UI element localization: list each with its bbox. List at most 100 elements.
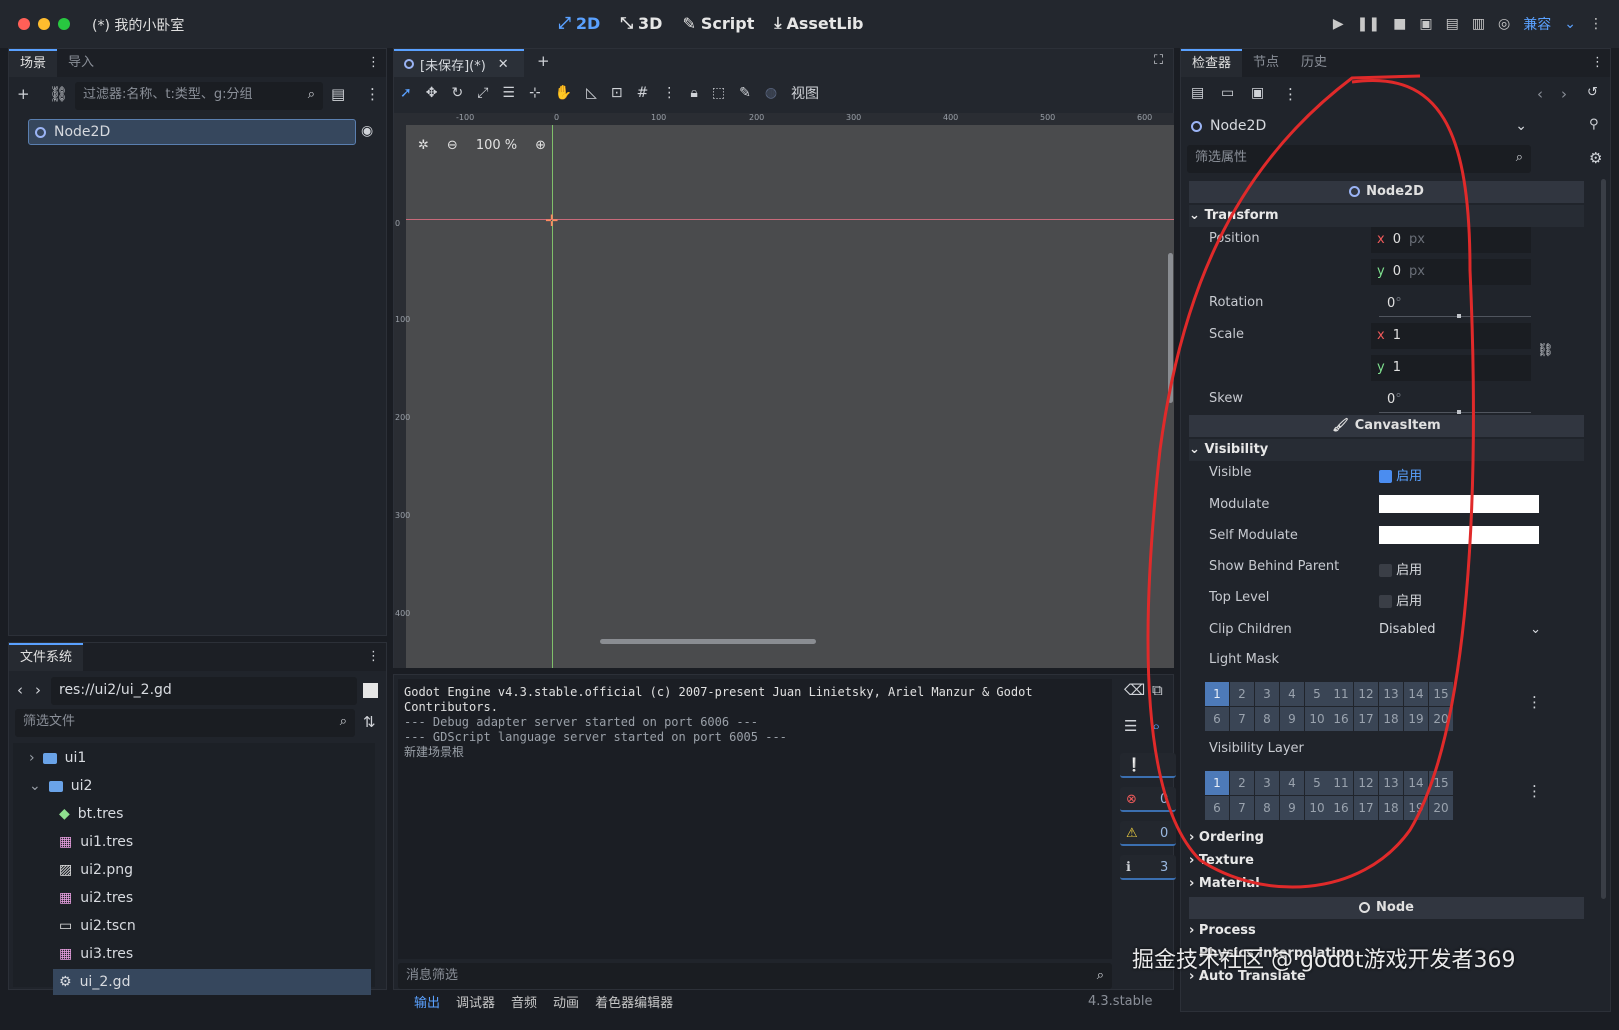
pivot-tool-icon[interactable]: ⊹ [529, 85, 541, 101]
resource-icon: ◆ [59, 806, 70, 822]
path-field[interactable]: res://ui2/ui_2.gd [51, 677, 357, 705]
list-item[interactable]: ◆ bt.tres [59, 801, 123, 827]
scene-filter-input[interactable]: 过滤器:名称、t:类型、g:分组 ⌕ [75, 82, 323, 110]
tab-assetlib[interactable]: ⤓ AssetLib [774, 13, 863, 33]
chevron-right-icon: › [29, 750, 35, 766]
list-item[interactable]: ▦ ui2.tres [59, 885, 133, 911]
script-icon: ✎ [682, 13, 696, 33]
more-icon[interactable]: ⋮ [1527, 693, 1542, 711]
collapse-icon[interactable]: ☰ [1124, 717, 1137, 735]
pause-icon[interactable]: ❚❚ [1357, 16, 1380, 32]
layout-toggle-icon[interactable] [363, 683, 378, 698]
move-tool-icon[interactable]: ✥ [426, 85, 438, 101]
minimize-window-button[interactable] [38, 18, 50, 30]
remote-debug-icon[interactable]: ▣ [1419, 16, 1432, 32]
close-window-button[interactable] [18, 18, 30, 30]
attach-script-icon[interactable]: ▤ [331, 85, 345, 103]
more-icon[interactable]: ⋮ [1591, 49, 1610, 77]
zoom-in-icon[interactable]: ⊕ [535, 138, 546, 153]
sort-icon[interactable]: ⇅ [363, 713, 376, 731]
camera-override-icon[interactable]: ◍ [765, 85, 777, 101]
list-item[interactable]: ▦ ui3.tres [59, 941, 133, 967]
canvas[interactable]: -100 0 100 200 300 400 500 600 0 100 200… [394, 113, 1174, 668]
object-help-icon[interactable]: ⚲ [1589, 117, 1599, 132]
tab-audio[interactable]: 音频 [503, 992, 545, 1012]
run-toolbar: ▶ ❚❚ ■ ▣ ▤ ▥ ◎ 兼容 ⌄ ⋮ [1333, 14, 1603, 34]
list-select-icon[interactable]: ☰ [502, 85, 515, 101]
console-output: Godot Engine v4.3.stable.official (c) 20… [398, 679, 1112, 959]
more-icon[interactable]: ⋮ [367, 49, 386, 77]
tree-item-node2d[interactable]: Node2D [28, 119, 356, 145]
property-options-icon[interactable]: ⚙ [1589, 149, 1602, 167]
tab-3d[interactable]: ⤡ 3D [620, 13, 662, 33]
error-icon: ⊗ [1126, 792, 1137, 807]
maximize-window-button[interactable] [58, 18, 70, 30]
add-tab-icon[interactable]: + [537, 52, 550, 70]
tab-output[interactable]: 输出 [406, 992, 448, 1012]
tab-shader-editor[interactable]: 着色器编辑器 [587, 992, 681, 1012]
tab-scene[interactable]: 场景 [9, 49, 58, 77]
back-icon[interactable]: ‹ [1537, 85, 1543, 103]
main-screen-tabs: ⤢ 2D ⤡ 3D ✎ Script ⤓ AssetLib [558, 13, 864, 33]
horizontal-scrollbar[interactable] [600, 639, 816, 644]
chevron-down-icon[interactable]: ⌄ [1564, 16, 1576, 32]
tab-debugger[interactable]: 调试器 [448, 992, 503, 1012]
list-item[interactable]: › ui1 [29, 745, 86, 771]
more-icon[interactable]: ⋮ [1527, 782, 1542, 800]
tab-2d[interactable]: ⤢ 2D [558, 13, 600, 33]
file-filter-input[interactable]: 筛选文件 ⌕ [15, 709, 355, 737]
scene-tab[interactable]: [未保存](*) ✕ [394, 49, 524, 77]
group-icon[interactable]: ⬚ [712, 85, 725, 101]
scale-tool-icon[interactable]: ⤢ [477, 85, 488, 101]
play-scene-icon[interactable]: ▤ [1446, 16, 1459, 32]
stop-icon[interactable]: ■ [1393, 16, 1406, 32]
movie-maker-icon[interactable]: ◎ [1498, 16, 1510, 32]
close-icon[interactable]: ✕ [498, 57, 509, 72]
more-icon[interactable]: ⋮ [367, 643, 386, 671]
zoom-level[interactable]: 100 % [476, 138, 517, 153]
renderer-select[interactable]: 兼容 [1523, 14, 1551, 34]
warning-icon: ⚠ [1126, 826, 1138, 841]
visibility-eye-icon[interactable]: ◉ [361, 123, 373, 139]
more-icon[interactable]: ⋮ [365, 85, 380, 103]
pan-tool-icon[interactable]: ✋ [555, 85, 572, 101]
view-menu[interactable]: 视图 [791, 83, 819, 103]
link-scale-icon[interactable]: ⛓ [1537, 343, 1554, 358]
more-icon[interactable]: ⋮ [1589, 16, 1603, 32]
list-item[interactable]: ▭ ui2.tscn [59, 913, 136, 939]
tab-script[interactable]: ✎ Script [682, 13, 754, 33]
forward-icon[interactable]: › [1561, 85, 1567, 103]
list-item[interactable]: ▦ ui1.tres [59, 829, 133, 855]
grid-snap-icon[interactable]: # [637, 85, 649, 101]
scene-dock-tabs: 场景 导入 ⋮ [9, 49, 386, 77]
rotate-tool-icon[interactable]: ↻ [451, 85, 463, 101]
inspector-scrollbar[interactable] [1601, 179, 1606, 899]
viewport-panel: [未保存](*) ✕ + ⛶ ➚ ✥ ↻ ⤢ ☰ ⊹ ✋ ◺ ⊡ # ⋮ 🔒︎ … [393, 48, 1174, 668]
tab-animation[interactable]: 动画 [545, 992, 587, 1012]
tab-filesystem[interactable]: 文件系统 [9, 643, 84, 671]
lock-icon[interactable]: 🔒︎ [690, 85, 697, 101]
more-icon[interactable]: ⋮ [662, 85, 676, 101]
center-view-icon[interactable]: ✲ [418, 138, 429, 153]
tab-import[interactable]: 导入 [57, 49, 105, 77]
back-icon[interactable]: ‹ [17, 681, 23, 699]
ruler-tool-icon[interactable]: ◺ [586, 85, 597, 101]
bone-icon[interactable]: ✎ [739, 85, 751, 101]
message-filter-input[interactable]: 消息筛选 ⌕ [398, 963, 1112, 989]
fullscreen-icon[interactable]: ⛶ [1154, 53, 1163, 68]
forward-icon[interactable]: › [35, 681, 41, 699]
play-icon[interactable]: ▶ [1333, 16, 1344, 32]
history-icon[interactable]: ↺ [1587, 85, 1598, 100]
assetlib-icon: ⤓ [774, 13, 782, 32]
zoom-out-icon[interactable]: ⊖ [447, 138, 458, 153]
list-item[interactable]: ⚙ ui_2.gd [53, 969, 371, 995]
add-node-icon[interactable]: + [17, 85, 30, 103]
search-icon: ⌕ [1096, 968, 1104, 983]
smart-snap-icon[interactable]: ⊡ [611, 85, 623, 101]
annotation-circle [1146, 74, 1475, 889]
play-custom-scene-icon[interactable]: ▥ [1472, 16, 1485, 32]
select-tool-icon[interactable]: ➚ [400, 85, 412, 101]
link-icon[interactable]: ⛓ [49, 85, 68, 103]
list-item[interactable]: ⌄ ui2 [29, 773, 92, 799]
list-item[interactable]: ▨ ui2.png [59, 857, 133, 883]
